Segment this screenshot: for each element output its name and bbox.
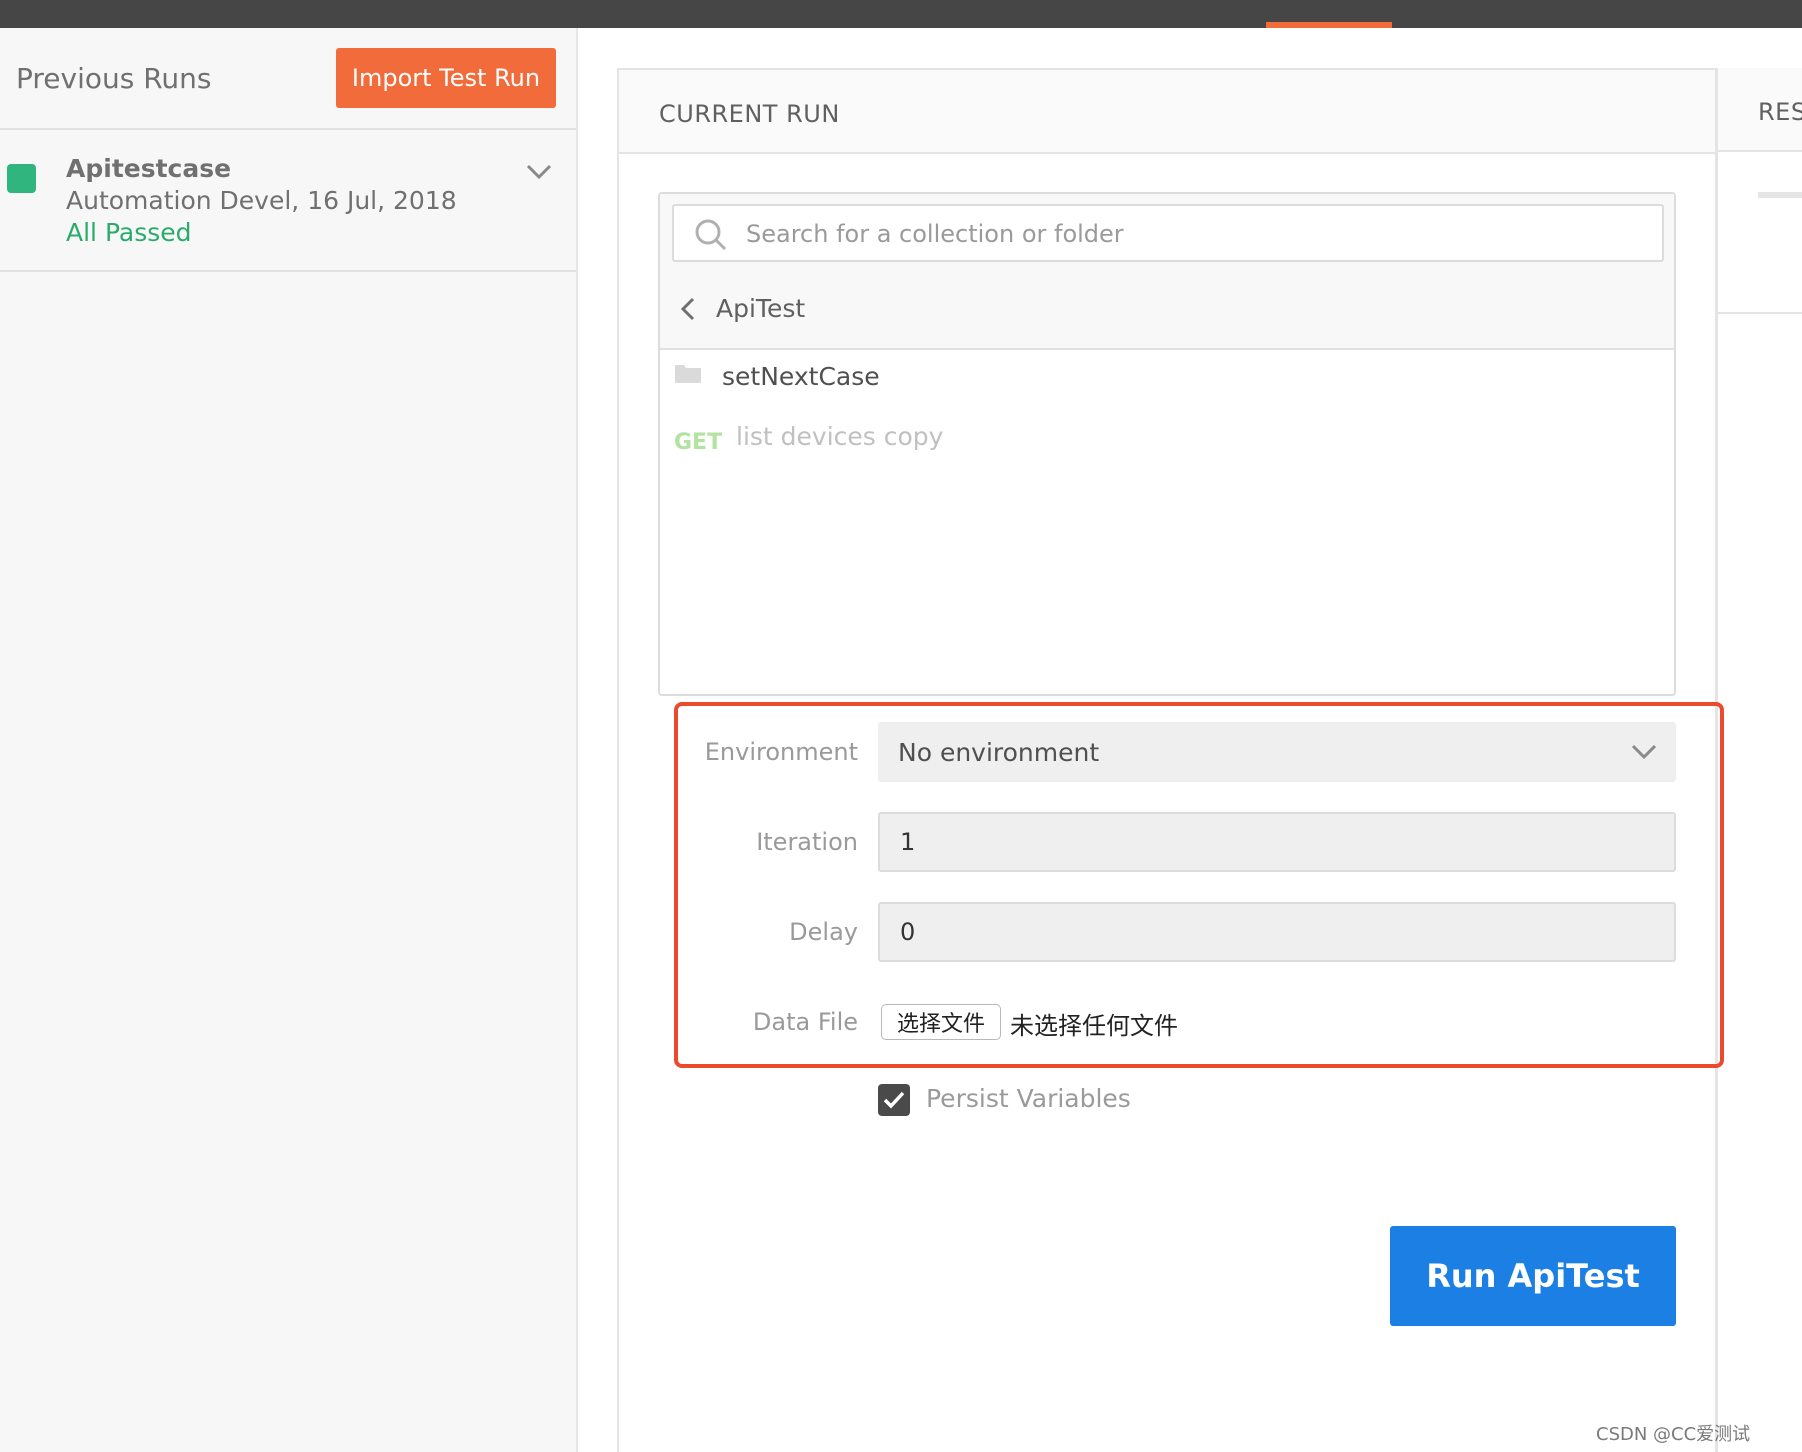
search-icon — [695, 219, 727, 251]
run-name: Apitestcase — [66, 154, 232, 183]
collection-search[interactable] — [672, 204, 1664, 262]
run-collection-button[interactable]: Run ApiTest — [1390, 1226, 1676, 1326]
app-titlebar — [0, 0, 1802, 28]
breadcrumb-collection-name[interactable]: ApiTest — [716, 294, 805, 323]
persist-variables-checkbox[interactable] — [878, 1084, 910, 1116]
run-status-indicator — [7, 164, 36, 193]
results-panel: RESULTS — [1716, 68, 1802, 1452]
choose-file-button[interactable]: 选择文件 — [881, 1004, 1001, 1040]
delay-label: Delay — [789, 918, 858, 946]
checkmark-icon — [883, 1091, 905, 1109]
watermark: CSDN @CC爱测试 — [1596, 1424, 1751, 1445]
previous-run-item[interactable]: Apitestcase Automation Devel, 16 Jul, 20… — [0, 132, 576, 272]
run-result: All Passed — [66, 218, 192, 247]
folder-icon — [675, 365, 701, 383]
request-method-badge: GET — [674, 430, 723, 455]
results-divider — [1718, 312, 1802, 314]
active-tab-indicator — [1266, 22, 1392, 28]
collection-request-item[interactable]: GET list devices copy — [672, 422, 1662, 468]
collection-browser-header: ApiTest — [660, 194, 1674, 350]
delay-input[interactable] — [878, 902, 1676, 962]
sidebar-header: Previous Runs Import Test Run — [0, 28, 576, 130]
request-label: list devices copy — [736, 422, 944, 451]
expand-chevron-icon[interactable] — [524, 160, 554, 184]
chevron-down-icon — [1631, 744, 1657, 760]
results-placeholder-bar — [1758, 192, 1802, 198]
current-run-header: CURRENT RUN — [619, 70, 1715, 154]
back-chevron-icon[interactable] — [678, 294, 698, 324]
environment-select[interactable]: No environment — [878, 722, 1676, 782]
folder-label: setNextCase — [722, 362, 880, 391]
results-title: RESULTS — [1758, 98, 1802, 126]
import-test-run-button[interactable]: Import Test Run — [336, 48, 556, 108]
collection-browser: ApiTest setNextCase GET list devices cop… — [658, 192, 1676, 696]
collection-search-input[interactable] — [746, 216, 1646, 252]
environment-label: Environment — [704, 738, 858, 766]
iteration-input[interactable] — [878, 812, 1676, 872]
data-file-label: Data File — [752, 1008, 858, 1036]
run-meta: Automation Devel, 16 Jul, 2018 — [66, 186, 457, 215]
sidebar-title: Previous Runs — [16, 62, 212, 95]
results-header: RESULTS — [1718, 68, 1802, 152]
file-status-text: 未选择任何文件 — [1010, 1012, 1178, 1040]
collection-folder-item[interactable]: setNextCase — [672, 358, 1662, 404]
persist-variables-label[interactable]: Persist Variables — [926, 1084, 1131, 1113]
environment-selected-value: No environment — [898, 738, 1100, 767]
previous-runs-sidebar: Previous Runs Import Test Run Apitestcas… — [0, 28, 578, 1452]
iteration-label: Iteration — [756, 828, 858, 856]
current-run-title: CURRENT RUN — [659, 100, 840, 128]
